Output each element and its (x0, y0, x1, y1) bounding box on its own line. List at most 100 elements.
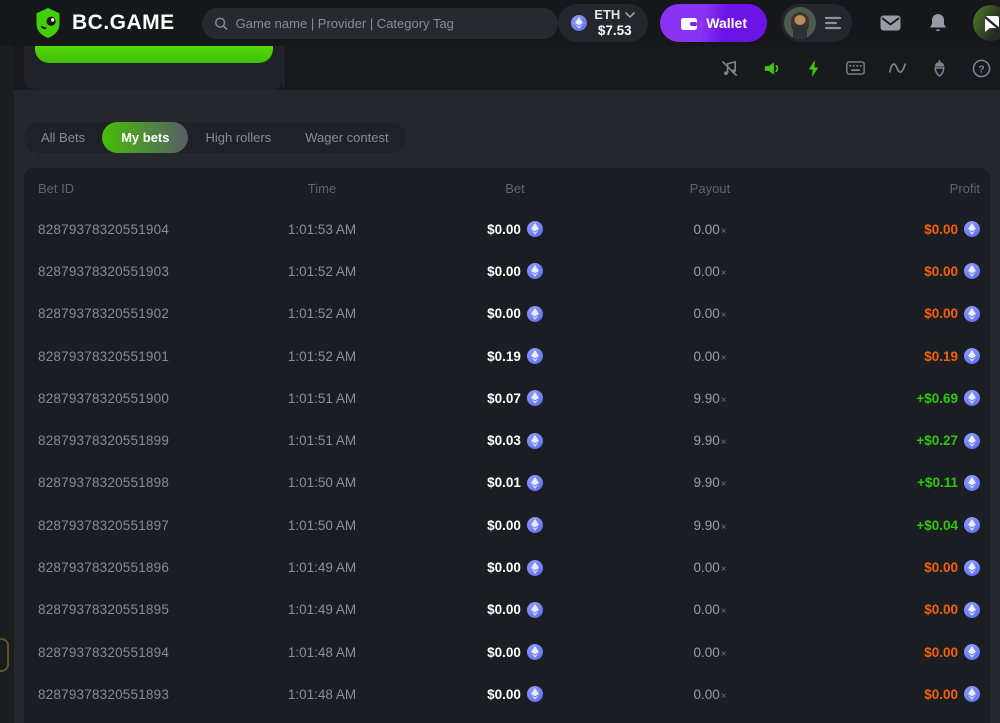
tab-all-bets[interactable]: All Bets (24, 122, 102, 153)
bet-amount: $0.00 (487, 264, 521, 279)
profit-amount: $0.00 (924, 602, 958, 617)
payout-cell: 0.00× (610, 645, 810, 660)
wallet-button-label: Wallet (706, 15, 747, 31)
bets-table-body: 82879378320551904 1:01:53 AM $0.00 0.00×… (24, 208, 990, 716)
multiplier-symbol: × (721, 437, 727, 448)
bet-cell: $0.00 (420, 644, 610, 660)
eth-coin-icon (964, 306, 980, 322)
currency-code: ETH (594, 8, 620, 23)
payout-cell: 0.00× (610, 222, 810, 237)
bet-amount: $0.00 (487, 518, 521, 533)
edge-widget-fragment[interactable] (0, 638, 9, 672)
bet-cell: $0.00 (420, 306, 610, 322)
panel-divider (283, 48, 284, 88)
bet-amount: $0.19 (487, 349, 521, 364)
payout-cell: 0.00× (610, 687, 810, 702)
bet-id-cell[interactable]: 82879378320551893 (24, 687, 224, 702)
eth-coin-icon (964, 560, 980, 576)
bet-amount: $0.00 (487, 645, 521, 660)
bell-icon[interactable] (929, 13, 947, 33)
bet-cell: $0.00 (420, 686, 610, 702)
payout-value: 0.00 (693, 349, 719, 364)
bet-cell: $0.01 (420, 475, 610, 491)
bet-id-cell[interactable]: 82879378320551895 (24, 602, 224, 617)
bet-id-cell[interactable]: 82879378320551903 (24, 264, 224, 279)
bet-id-cell[interactable]: 82879378320551897 (24, 518, 224, 533)
multiplier-symbol: × (721, 353, 727, 364)
table-row[interactable]: 82879378320551893 1:01:48 AM $0.00 0.00×… (24, 673, 990, 715)
time-cell: 1:01:49 AM (224, 560, 420, 575)
avatar[interactable] (784, 7, 816, 39)
time-cell: 1:01:53 AM (224, 222, 420, 237)
table-row[interactable]: 82879378320551900 1:01:51 AM $0.07 9.90×… (24, 377, 990, 419)
table-row[interactable]: 82879378320551904 1:01:53 AM $0.00 0.00×… (24, 208, 990, 250)
profit-amount: $0.00 (924, 687, 958, 702)
payout-value: 0.00 (693, 222, 719, 237)
profile-menu[interactable] (781, 4, 852, 42)
eth-coin-icon (964, 686, 980, 702)
table-row[interactable]: 82879378320551894 1:01:48 AM $0.00 0.00×… (24, 631, 990, 673)
eth-coin-icon (964, 602, 980, 618)
multiplier-symbol: × (721, 268, 727, 279)
payout-cell: 9.90× (610, 475, 810, 490)
bet-button[interactable] (35, 46, 273, 63)
table-row[interactable]: 82879378320551903 1:01:52 AM $0.00 0.00×… (24, 250, 990, 292)
tab-high-rollers[interactable]: High rollers (188, 122, 288, 153)
payout-value: 0.00 (693, 687, 719, 702)
currency-selector[interactable]: ETH $7.53 (558, 4, 648, 42)
profit-cell: $0.00 (810, 602, 990, 618)
tab-wager-contest[interactable]: Wager contest (288, 122, 405, 153)
table-row[interactable]: 82879378320551902 1:01:52 AM $0.00 0.00×… (24, 293, 990, 335)
col-time: Time (224, 181, 420, 196)
game-search[interactable] (202, 8, 559, 39)
brand-logo[interactable]: BC.GAME (33, 7, 175, 39)
tab-my-bets[interactable]: My bets (102, 122, 188, 153)
table-row[interactable]: 82879378320551899 1:01:51 AM $0.03 9.90×… (24, 419, 990, 461)
multiplier-symbol: × (721, 606, 727, 617)
acorn-icon[interactable] (930, 59, 949, 78)
top-header: BC.GAME ETH $7.53 (0, 0, 1000, 46)
eth-coin-icon (527, 221, 543, 237)
bet-amount: $0.00 (487, 602, 521, 617)
time-cell: 1:01:52 AM (224, 264, 420, 279)
bet-id-cell[interactable]: 82879378320551900 (24, 391, 224, 406)
multiplier-symbol: × (721, 395, 727, 406)
profit-amount: $0.00 (924, 222, 958, 237)
table-row[interactable]: 82879378320551896 1:01:49 AM $0.00 0.00×… (24, 546, 990, 588)
table-row[interactable]: 82879378320551898 1:01:50 AM $0.01 9.90×… (24, 462, 990, 504)
eth-coin-icon (964, 433, 980, 449)
search-input[interactable] (236, 16, 547, 31)
bet-id-cell[interactable]: 82879378320551894 (24, 645, 224, 660)
bet-id-cell[interactable]: 82879378320551904 (24, 222, 224, 237)
chat-disabled-icon[interactable] (973, 5, 1000, 41)
svg-text:?: ? (978, 64, 984, 75)
bet-cell: $0.00 (420, 517, 610, 533)
profit-cell: +$0.69 (810, 390, 990, 406)
speaker-icon[interactable] (762, 59, 781, 78)
payout-value: 9.90 (693, 518, 719, 533)
wallet-button[interactable]: Wallet (660, 4, 767, 42)
table-row[interactable]: 82879378320551901 1:01:52 AM $0.19 0.00×… (24, 335, 990, 377)
profit-cell: $0.19 (810, 348, 990, 364)
payout-value: 0.00 (693, 560, 719, 575)
profit-amount: $0.00 (924, 645, 958, 660)
mail-icon[interactable] (880, 15, 901, 31)
bet-id-cell[interactable]: 82879378320551899 (24, 433, 224, 448)
profit-cell: $0.00 (810, 686, 990, 702)
payout-cell: 0.00× (610, 602, 810, 617)
table-row[interactable]: 82879378320551895 1:01:49 AM $0.00 0.00×… (24, 589, 990, 631)
bet-id-cell[interactable]: 82879378320551902 (24, 306, 224, 321)
payout-cell: 0.00× (610, 264, 810, 279)
bet-id-cell[interactable]: 82879378320551901 (24, 349, 224, 364)
keyboard-icon[interactable] (846, 59, 865, 78)
bet-id-cell[interactable]: 82879378320551896 (24, 560, 224, 575)
bet-id-cell[interactable]: 82879378320551898 (24, 475, 224, 490)
payout-value: 9.90 (693, 475, 719, 490)
help-icon[interactable]: ? (972, 59, 991, 78)
lightning-icon[interactable] (804, 59, 823, 78)
wave-icon[interactable] (888, 59, 907, 78)
wallet-icon (680, 16, 698, 31)
eth-coin-icon (964, 221, 980, 237)
table-row[interactable]: 82879378320551897 1:01:50 AM $0.00 9.90×… (24, 504, 990, 546)
music-off-icon[interactable] (720, 59, 739, 78)
